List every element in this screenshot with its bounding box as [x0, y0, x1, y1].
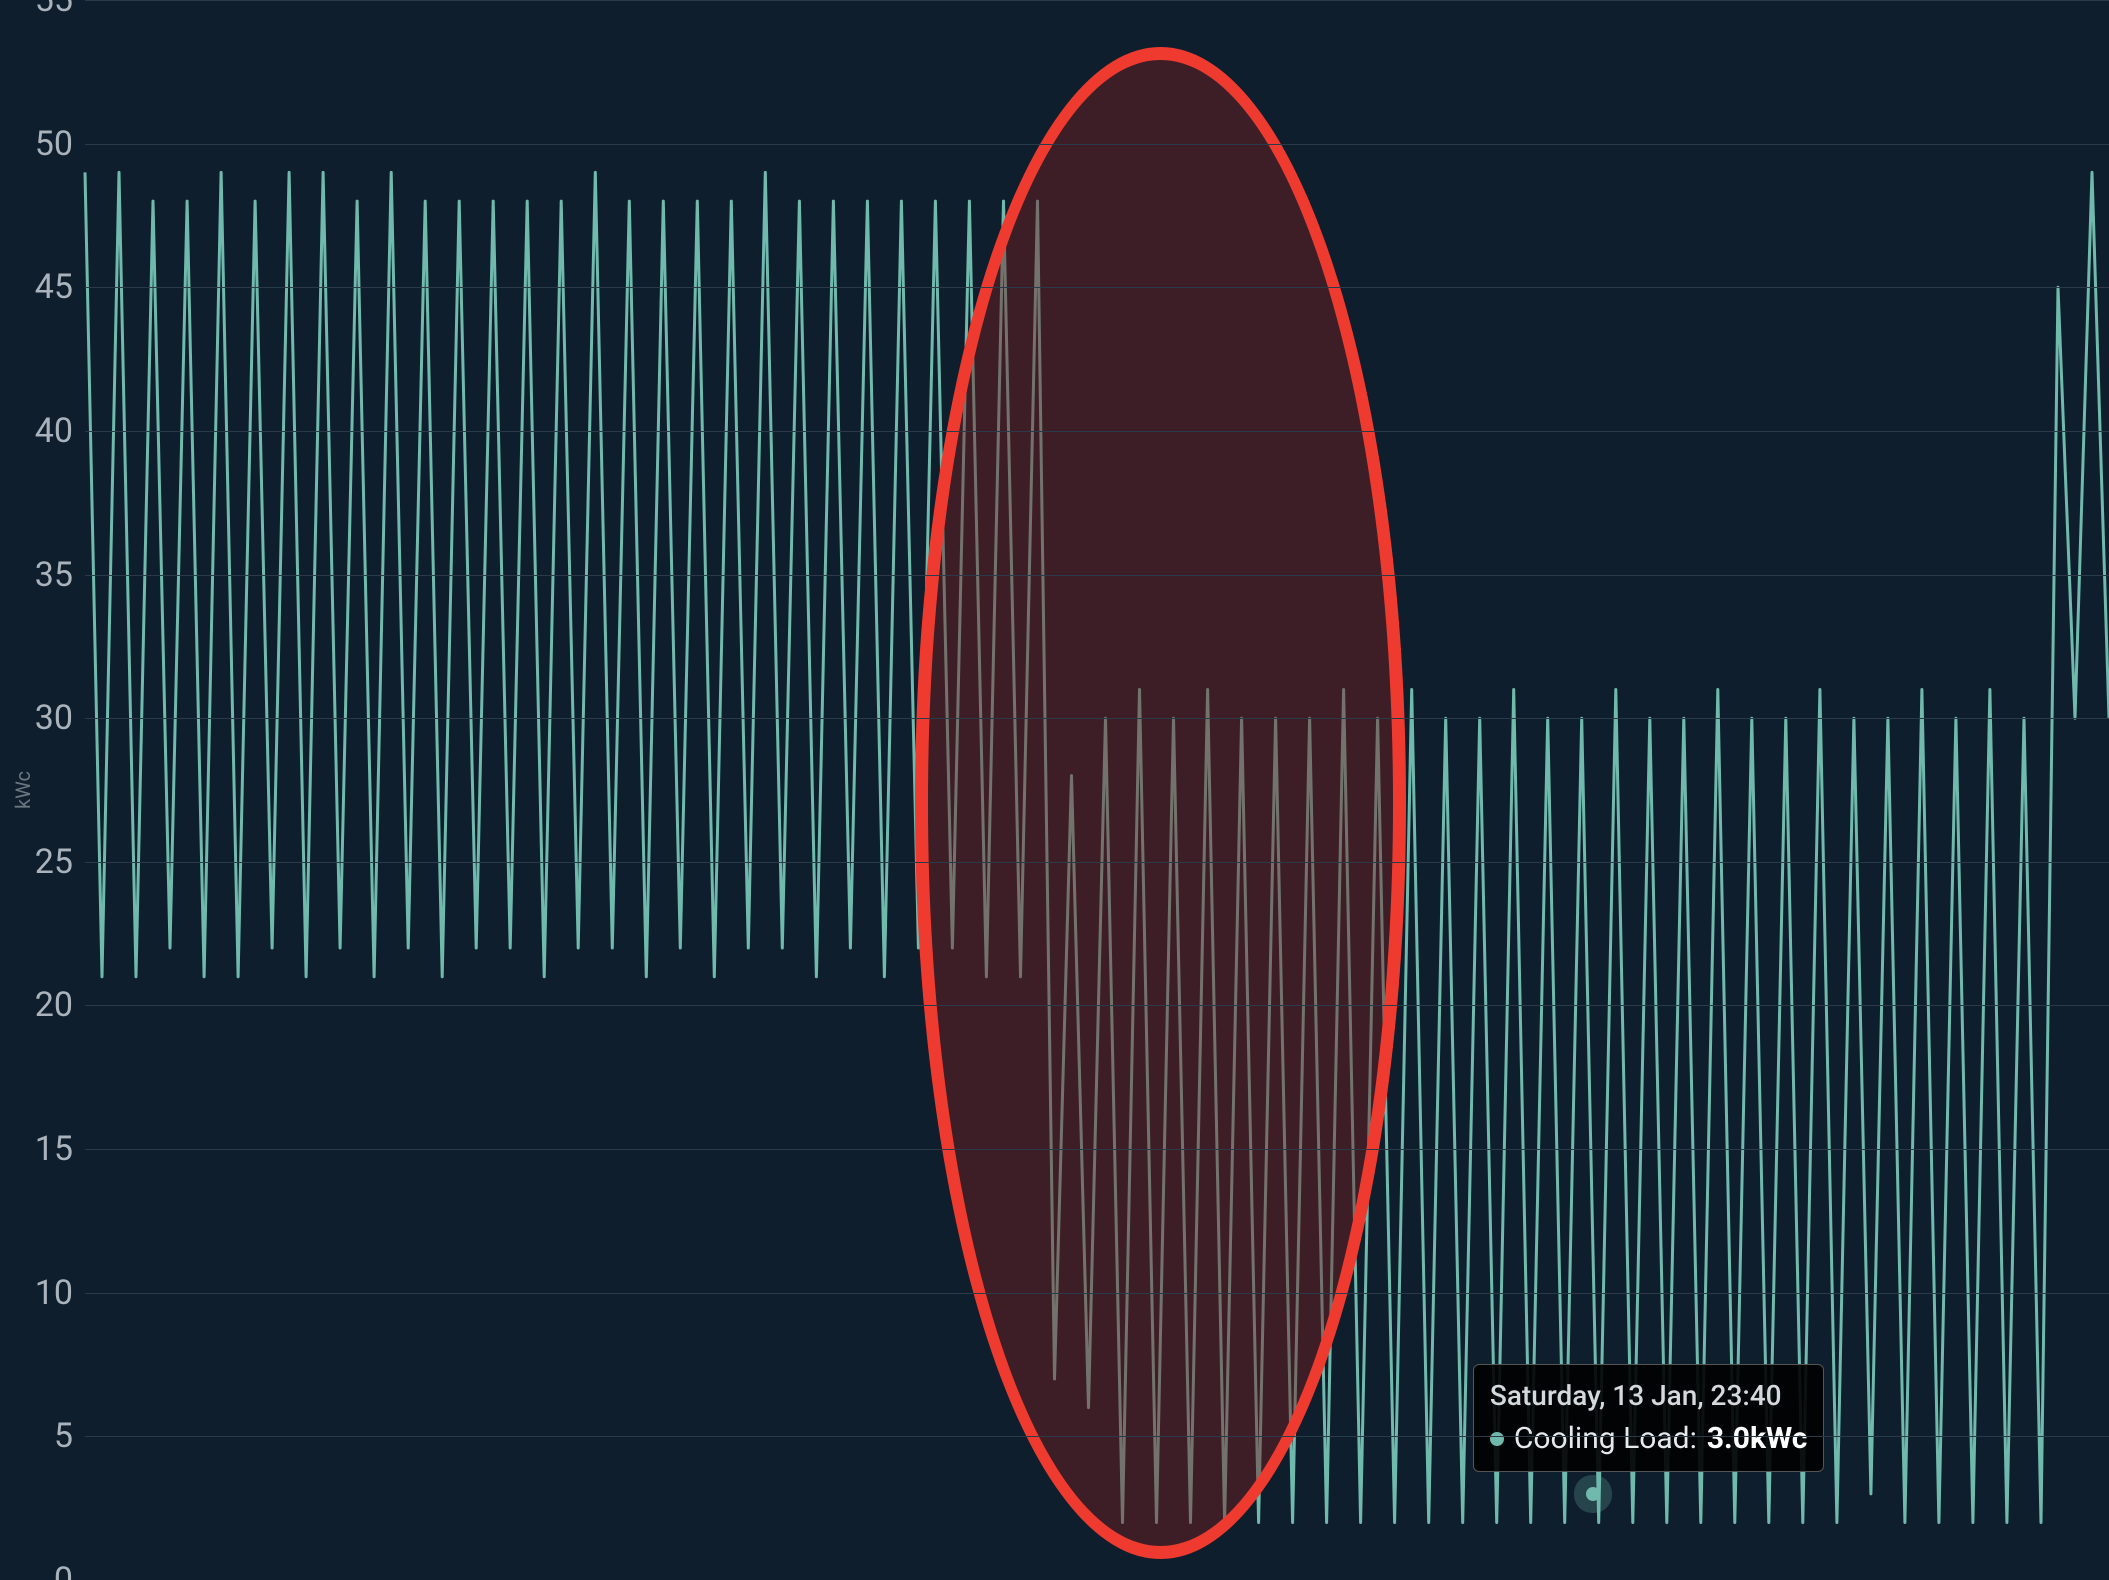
gridline: [85, 862, 2109, 863]
plot-area[interactable]: Saturday, 13 Jan, 23:40 Cooling Load: 3.…: [85, 0, 2109, 1580]
gridline: [85, 575, 2109, 576]
y-tick-label: 5: [54, 1416, 73, 1456]
y-tick-label: 0: [54, 1560, 73, 1580]
y-tick-label: 10: [35, 1273, 73, 1313]
y-tick-label: 30: [35, 698, 73, 738]
gridline: [85, 1005, 2109, 1006]
y-tick-label: 15: [35, 1129, 73, 1169]
y-tick-label: 50: [35, 124, 73, 164]
cooling-load-line: [85, 172, 2109, 1522]
y-axis-label: kWc: [11, 771, 35, 809]
gridline: [85, 1149, 2109, 1150]
y-tick-label: 25: [35, 842, 73, 882]
chart-container: kWc 0 5 10 15 20 25 30 35 40 45 50 55 Saturday, 13 …: [0, 0, 2109, 1580]
gridline: [85, 1436, 2109, 1437]
gridline: [85, 1293, 2109, 1294]
line-chart-svg: [85, 0, 2109, 1580]
y-tick-label: 20: [35, 985, 73, 1025]
y-tick-label: 45: [35, 267, 73, 307]
gridline: [85, 144, 2109, 145]
y-tick-label: 40: [35, 411, 73, 451]
y-axis: kWc 0 5 10 15 20 25 30 35 40 45 50 55: [0, 0, 85, 1580]
gridline: [85, 431, 2109, 432]
gridline: [85, 0, 2109, 1]
gridline: [85, 287, 2109, 288]
y-tick-label: 55: [35, 0, 73, 20]
gridline: [85, 718, 2109, 719]
y-tick-label: 35: [35, 555, 73, 595]
